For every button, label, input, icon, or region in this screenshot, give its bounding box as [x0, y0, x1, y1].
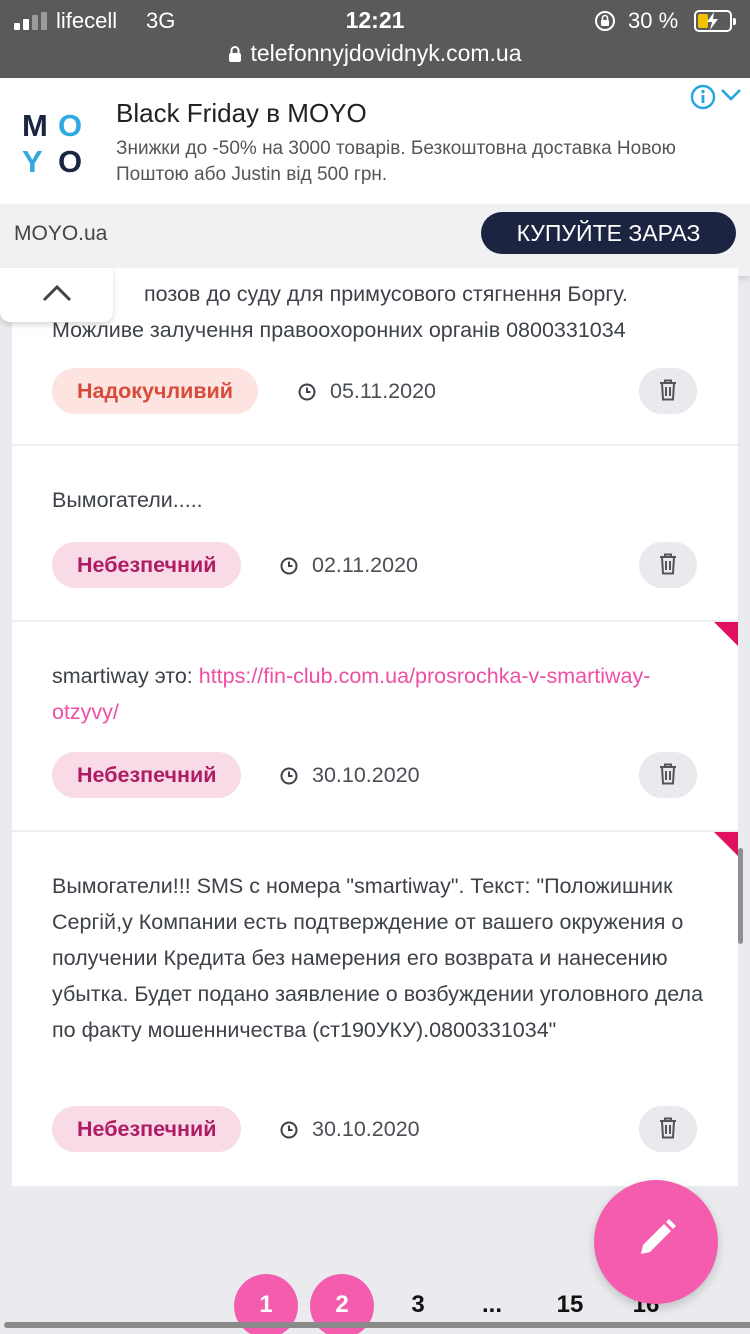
delete-button[interactable]: [639, 368, 697, 414]
collapse-ad-button[interactable]: [0, 268, 113, 322]
comment-text: позов до суду для примусового стягнення …: [52, 282, 628, 342]
rating-badge: Небезпечний: [52, 542, 242, 588]
comment-card: smartiway это: https://fin-club.com.ua/p…: [12, 622, 738, 832]
ad-cta-button[interactable]: КУПУЙТЕ ЗАРАЗ: [481, 212, 736, 254]
comment-text: smartiway это: https://fin-club.com.ua/p…: [52, 664, 651, 724]
pencil-icon: [641, 1219, 676, 1254]
new-comment-marker: [714, 622, 738, 646]
ad-domain[interactable]: MOYO.ua: [14, 222, 107, 246]
status-bar: lifecell 3G 12:21 30 %: [0, 0, 750, 42]
scrollbar[interactable]: [738, 848, 743, 944]
comment-date: 30.10.2020: [280, 1117, 420, 1142]
ad-banner[interactable]: M O Y O Black Friday в MOYO Знижки до -5…: [0, 78, 750, 276]
new-comment-marker: [714, 832, 738, 856]
rating-badge: Небезпечний: [52, 752, 242, 798]
trash-icon: [660, 379, 676, 401]
clock-icon: [298, 383, 316, 401]
comment-card: позов до суду для примусового стягнення …: [12, 268, 738, 446]
ad-footer: MOYO.ua КУПУЙТЕ ЗАРАЗ: [0, 204, 750, 276]
write-review-button[interactable]: [594, 1180, 718, 1304]
comment-text: Вымогатели!!! SMS с номера "smartiway". …: [52, 874, 704, 1042]
delete-button[interactable]: [639, 752, 697, 798]
trash-icon: [660, 553, 676, 575]
comment-date: 02.11.2020: [280, 553, 418, 578]
rating-badge: Небезпечний: [52, 1106, 242, 1152]
home-indicator: [4, 1322, 750, 1328]
chevron-up-icon: [42, 284, 71, 302]
rating-badge: Надокучливий: [52, 368, 258, 414]
browser-top-bar: lifecell 3G 12:21 30 % telefonnyjdovidny…: [0, 0, 750, 78]
clock-icon: [280, 1121, 298, 1139]
battery-icon: [694, 10, 736, 32]
chevron-down-icon[interactable]: [720, 88, 742, 102]
lock-icon: [229, 46, 242, 62]
comment-card: Вымогатели!!! SMS с номера "smartiway". …: [12, 832, 738, 1186]
rotation-lock-icon: [595, 11, 615, 31]
moyo-logo: M O Y O: [22, 108, 83, 179]
comment-date: 30.10.2020: [280, 763, 420, 788]
trash-icon: [660, 763, 676, 785]
trash-icon: [660, 1117, 676, 1139]
clock-icon: [280, 557, 298, 575]
comment-text: Вымогатели.....: [52, 488, 203, 512]
ad-title[interactable]: Black Friday в MOYO: [116, 98, 367, 129]
delete-button[interactable]: [639, 542, 697, 588]
comment-list: позов до суду для примусового стягнення …: [12, 268, 738, 1186]
ad-description: Знижки до -50% на 3000 товарів. Безкошто…: [116, 138, 676, 185]
address-bar[interactable]: telefonnyjdovidnyk.com.ua: [0, 40, 750, 67]
ad-info-icon[interactable]: [690, 84, 716, 110]
delete-button[interactable]: [639, 1106, 697, 1152]
comment-card: Вымогатели..... Небезпечний 02.11.2020: [12, 446, 738, 622]
battery-percent: 30 %: [628, 8, 679, 33]
url-text: telefonnyjdovidnyk.com.ua: [250, 40, 522, 66]
comment-date: 05.11.2020: [298, 379, 436, 404]
clock-icon: [280, 767, 298, 785]
